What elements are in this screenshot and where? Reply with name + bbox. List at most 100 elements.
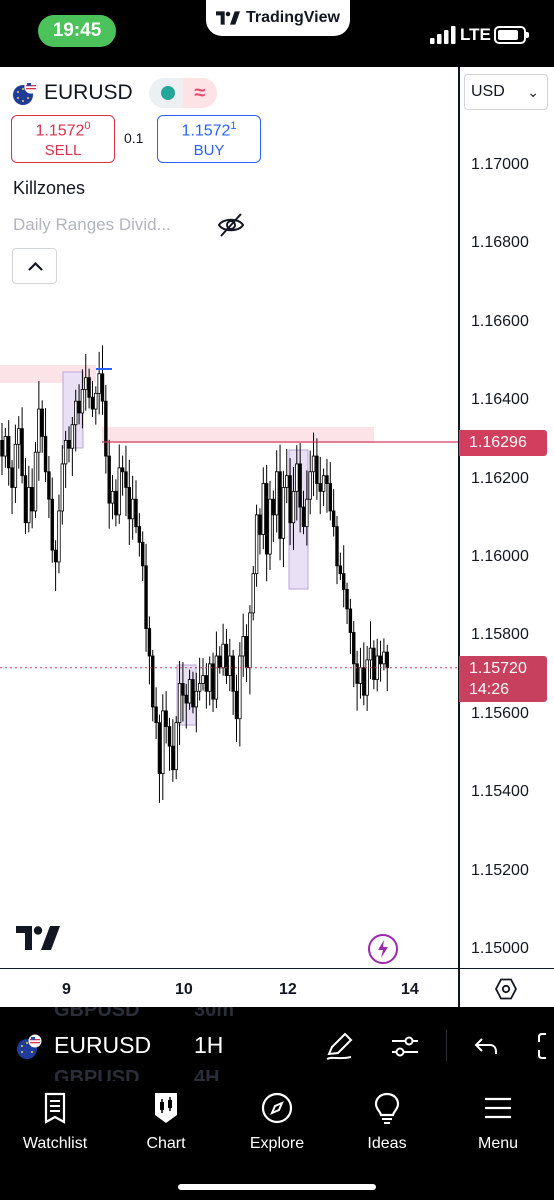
candle-body bbox=[40, 408, 44, 437]
app-screen: 19:45 TradingView LTE EURUSD ≈ 1.15720 S… bbox=[0, 0, 554, 1200]
candle-body bbox=[74, 400, 78, 426]
candle-body bbox=[114, 490, 118, 516]
candle-body bbox=[127, 487, 131, 520]
candle-body bbox=[368, 647, 373, 661]
bar-countdown: 14:26 bbox=[469, 681, 510, 698]
indicator-daily-ranges[interactable]: Daily Ranges Divid... bbox=[13, 215, 171, 235]
sell-button[interactable]: 1.15720 SELL bbox=[11, 115, 115, 163]
nav-ideas[interactable]: Ideas bbox=[337, 1091, 437, 1153]
candle-body bbox=[63, 439, 68, 465]
indicator-killzones[interactable]: Killzones bbox=[13, 178, 85, 199]
buy-button[interactable]: 1.15721 BUY bbox=[157, 115, 261, 163]
price-axis-divider bbox=[458, 67, 460, 1007]
nav-menu[interactable]: Menu bbox=[448, 1091, 548, 1153]
price-tick-label: 1.16000 bbox=[471, 548, 529, 565]
market-status-chip[interactable]: ≈ bbox=[148, 78, 217, 108]
candle-body bbox=[258, 514, 262, 535]
candle-body bbox=[7, 436, 11, 469]
collapse-legend-button[interactable] bbox=[12, 248, 57, 284]
drawing-pen-icon[interactable] bbox=[323, 1030, 355, 1062]
candle-body bbox=[157, 722, 162, 775]
candle-body bbox=[164, 710, 168, 727]
bottom-navigation: Watchlist Chart Explore Ideas Menu bbox=[0, 1081, 554, 1200]
sell-price: 1.1572 bbox=[35, 122, 85, 140]
toolbar-separator bbox=[446, 1029, 447, 1061]
nav-explore-label: Explore bbox=[249, 1135, 305, 1152]
candle-body bbox=[57, 510, 61, 563]
nav-watchlist[interactable]: Watchlist bbox=[5, 1091, 105, 1153]
candle-body bbox=[281, 487, 286, 539]
buy-label: BUY bbox=[193, 142, 225, 160]
ghost-interval-above: 30m bbox=[194, 1007, 235, 1021]
candle-body bbox=[191, 679, 195, 708]
currency-value: USD bbox=[471, 83, 505, 100]
chart-settings-icon[interactable] bbox=[494, 977, 518, 1001]
candle-body bbox=[248, 612, 252, 669]
nav-ideas-label: Ideas bbox=[367, 1135, 407, 1152]
candle-body bbox=[331, 510, 336, 528]
indicators-sliders-icon[interactable] bbox=[389, 1030, 421, 1062]
nav-chart[interactable]: Chart bbox=[116, 1091, 216, 1153]
candle-body bbox=[201, 675, 205, 684]
candle-body bbox=[241, 636, 245, 657]
ghost-symbol-above: GBPUSD bbox=[54, 1007, 140, 1021]
currency-select[interactable]: USD ⌄ bbox=[464, 74, 548, 110]
candle-body bbox=[87, 377, 91, 398]
chart-toolbar: GBPUSD 30m GBPUSD 4H EURUSD 1H bbox=[0, 1007, 554, 1081]
time-tick-label: 14 bbox=[401, 981, 419, 998]
candle-body bbox=[171, 745, 175, 771]
eye-off-icon[interactable] bbox=[216, 210, 246, 240]
candle-body bbox=[311, 455, 316, 473]
menu-icon bbox=[485, 1097, 511, 1119]
ghost-symbol-below: GBPUSD bbox=[54, 1067, 140, 1081]
candle-body bbox=[231, 655, 235, 692]
candle-body bbox=[214, 655, 219, 700]
candle-body bbox=[264, 483, 269, 555]
toolbar-interval-button[interactable]: 1H bbox=[194, 1032, 223, 1059]
candle-body bbox=[261, 483, 265, 535]
candle-body bbox=[244, 636, 249, 669]
home-indicator[interactable] bbox=[178, 1184, 376, 1190]
chevron-down-icon: ⌄ bbox=[527, 84, 539, 100]
candle-body bbox=[335, 526, 339, 567]
candle-body bbox=[358, 667, 363, 684]
candle-body bbox=[17, 428, 21, 445]
candle-body bbox=[308, 471, 312, 500]
lightning-icon bbox=[378, 940, 388, 958]
candle-body bbox=[181, 683, 185, 696]
undo-icon[interactable] bbox=[470, 1030, 502, 1062]
price-tick-label: 1.15000 bbox=[471, 940, 529, 957]
fullscreen-icon[interactable] bbox=[534, 1030, 554, 1062]
candle-body bbox=[305, 498, 309, 528]
candle-body bbox=[204, 675, 209, 692]
candle-body bbox=[285, 475, 289, 488]
symbol-legend[interactable]: EURUSD ≈ bbox=[12, 78, 217, 108]
candle-body bbox=[238, 655, 242, 720]
toolbar-symbol-button[interactable]: EURUSD bbox=[54, 1032, 151, 1059]
candle-body bbox=[120, 467, 125, 473]
candle-body bbox=[221, 643, 225, 669]
candle-body bbox=[77, 400, 81, 414]
nav-explore[interactable]: Explore bbox=[227, 1091, 327, 1153]
candle-body bbox=[378, 655, 383, 665]
candle-body bbox=[37, 408, 41, 453]
nav-menu-label: Menu bbox=[477, 1135, 519, 1152]
candle-body bbox=[110, 490, 115, 504]
candle-body bbox=[228, 655, 232, 677]
candle-body bbox=[0, 439, 4, 457]
candle-body bbox=[288, 475, 292, 524]
candle-body bbox=[385, 651, 389, 669]
candle-body bbox=[70, 424, 75, 449]
price-tick-label: 1.16200 bbox=[471, 469, 529, 487]
quick-action-button[interactable] bbox=[368, 934, 398, 964]
candle-body bbox=[355, 663, 359, 684]
eur-usd-flag-icon bbox=[13, 80, 38, 105]
candle-body bbox=[33, 451, 38, 512]
candle-body bbox=[338, 565, 343, 575]
time-tick-label: 10 bbox=[175, 981, 193, 998]
candle-body bbox=[328, 483, 332, 512]
candle-body bbox=[365, 659, 369, 696]
candle-body bbox=[134, 498, 138, 528]
candle-body bbox=[187, 679, 192, 704]
last-price-tag: 1.15720 14:26 bbox=[459, 656, 547, 702]
